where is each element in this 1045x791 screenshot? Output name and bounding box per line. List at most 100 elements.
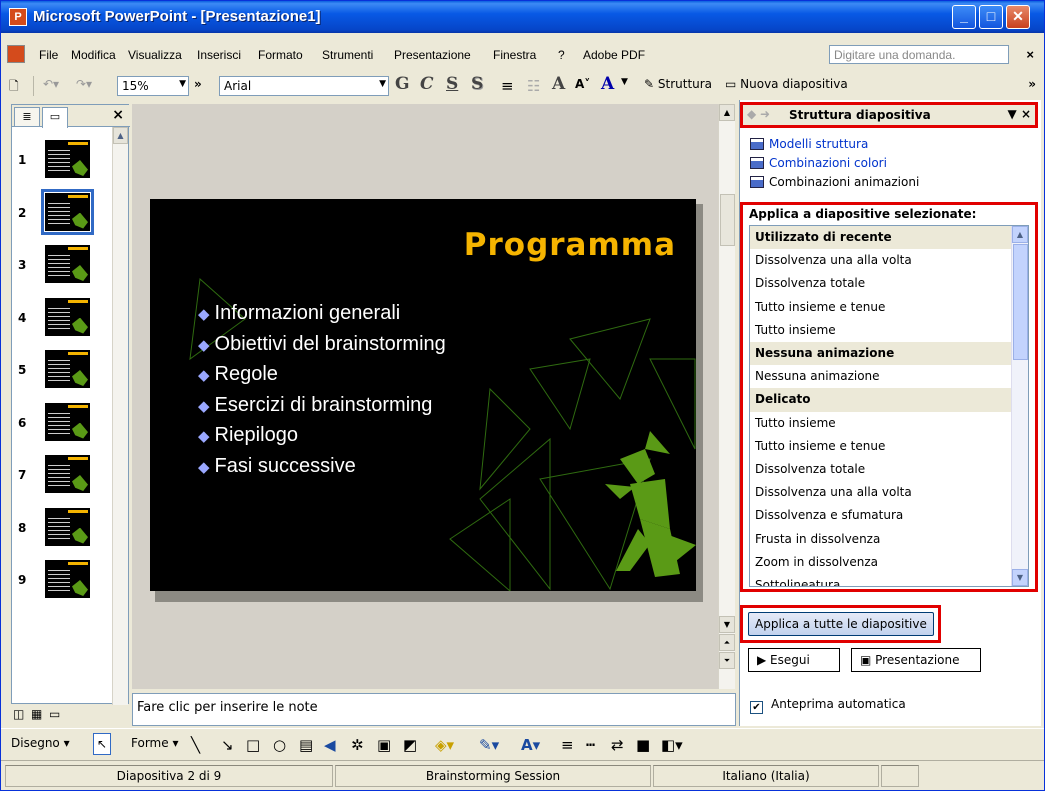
arrow-style-icon[interactable]: ⇄: [611, 736, 624, 754]
slide-bullet[interactable]: ◆ Esercizi di brainstorming: [198, 394, 446, 425]
fill-color-icon[interactable]: ◈▾: [435, 736, 454, 754]
slide-thumbnail[interactable]: [45, 455, 90, 493]
notes-pane[interactable]: Fare clic per inserire le note: [132, 693, 736, 726]
slide-sorter-icon[interactable]: ▦: [31, 707, 42, 721]
list-item[interactable]: Dissolvenza una alla volta: [750, 249, 1012, 272]
oval-icon[interactable]: ○: [273, 736, 286, 754]
new-document-icon[interactable]: 🗋: [9, 77, 19, 98]
help-question-input[interactable]: Digitare una domanda.: [829, 45, 1009, 64]
slide-editing-area[interactable]: Programma ◆ Informazioni generali ◆ Obietti…: [132, 104, 718, 689]
chevron-down-icon[interactable]: ▼: [621, 77, 628, 87]
redo-icon[interactable]: ↷▾: [76, 77, 92, 91]
slide-thumbnail[interactable]: [41, 188, 94, 235]
toolbar-overflow-icon[interactable]: »: [194, 77, 202, 91]
autopreview-checkbox[interactable]: ✔ Anteprima automatica: [750, 697, 906, 714]
slide-thumbnail-row[interactable]: 3: [12, 240, 114, 290]
document-icon[interactable]: [7, 45, 25, 63]
wordart-icon[interactable]: ◀: [324, 736, 336, 754]
slide-bullet[interactable]: ◆ Fasi successive: [198, 455, 446, 486]
menu-help[interactable]: ?: [558, 48, 565, 62]
3d-style-icon[interactable]: ◧▾: [661, 736, 683, 754]
align-icon[interactable]: ≡: [501, 77, 514, 95]
list-item[interactable]: Dissolvenza totale: [750, 272, 1012, 295]
slideshow-button[interactable]: ▣ Presentazione: [851, 648, 981, 672]
list-item[interactable]: Dissolvenza e sfumatura: [750, 504, 1012, 527]
shadow-button[interactable]: S: [471, 74, 483, 94]
slide-bullet[interactable]: ◆ Riepilogo: [198, 424, 446, 455]
previous-slide-icon[interactable]: ⏶: [719, 634, 735, 651]
normal-view-icon[interactable]: ◫: [13, 707, 24, 721]
tab-slides[interactable]: ▭: [42, 107, 68, 128]
slide-thumbnail[interactable]: [45, 297, 90, 336]
select-pointer-icon[interactable]: ↖: [93, 733, 112, 755]
zoom-combo[interactable]: 15% ▼: [117, 76, 189, 96]
slide-thumbnail[interactable]: [45, 507, 90, 546]
list-item[interactable]: Tutto insieme: [750, 319, 1012, 342]
slide-thumbnail-row[interactable]: 9: [12, 555, 114, 605]
document-close-button[interactable]: ×: [1026, 47, 1034, 62]
list-scrollbar[interactable]: ▲ ▼: [1011, 226, 1028, 586]
bold-button[interactable]: G: [395, 74, 410, 94]
font-combo[interactable]: Arial ▼: [219, 76, 389, 96]
menu-finestra[interactable]: Finestra: [493, 48, 536, 62]
menu-modifica[interactable]: Modifica: [71, 48, 116, 62]
slide-thumbnail-row[interactable]: 1: [12, 135, 114, 185]
rectangle-icon[interactable]: □: [246, 736, 260, 754]
slide-thumbnail[interactable]: [45, 560, 90, 598]
slide-title[interactable]: Programma: [464, 227, 676, 263]
menu-presentazione[interactable]: Presentazione: [394, 48, 471, 62]
slide-bullet-list[interactable]: ◆ Informazioni generali ◆ Obiettivi del bra…: [198, 302, 446, 485]
slide-thumbnail-row[interactable]: 7: [12, 450, 114, 500]
panel-close-icon[interactable]: ×: [112, 107, 124, 123]
list-item[interactable]: Dissolvenza una alla volta: [750, 481, 1012, 504]
list-item[interactable]: Zoom in dissolvenza: [750, 551, 1012, 574]
link-combinazioni-animazioni[interactable]: Combinazioni animazioni: [750, 175, 919, 189]
back-forward-icon[interactable]: ◆ ➜: [747, 107, 770, 121]
title-bar[interactable]: P Microsoft PowerPoint - [Presentazione1…: [1, 1, 1044, 33]
line-color-icon[interactable]: ✎▾: [479, 736, 499, 754]
close-button[interactable]: ✕: [1006, 5, 1030, 29]
list-item[interactable]: Tutto insieme: [750, 412, 1012, 435]
task-pane-controls[interactable]: ▼ ×: [1008, 107, 1031, 121]
menu-file[interactable]: File: [39, 48, 58, 62]
toolbar-overflow-icon[interactable]: »: [1028, 77, 1036, 91]
menu-formato[interactable]: Formato: [258, 48, 303, 62]
menu-strumenti[interactable]: Strumenti: [322, 48, 373, 62]
list-item[interactable]: Tutto insieme e tenue: [750, 435, 1012, 458]
list-item[interactable]: Tutto insieme e tenue: [750, 296, 1012, 319]
list-item[interactable]: Sottolineatura: [750, 574, 1012, 586]
slide-thumbnail[interactable]: [45, 402, 90, 441]
slide-bullet[interactable]: ◆ Informazioni generali: [198, 302, 446, 333]
scroll-up-icon[interactable]: ▲: [719, 104, 735, 121]
scroll-down-icon[interactable]: ▼: [1012, 569, 1028, 586]
font-color-icon[interactable]: A: [601, 74, 614, 94]
slide-thumbnail-row[interactable]: 8: [12, 503, 114, 553]
link-combinazioni-colori[interactable]: Combinazioni colori: [750, 156, 887, 170]
textbox-icon[interactable]: ▤: [299, 736, 313, 754]
dash-style-icon[interactable]: ┅: [586, 736, 595, 754]
next-slide-icon[interactable]: ⏷: [719, 652, 735, 669]
clipart-icon[interactable]: ▣: [377, 736, 391, 754]
underline-button[interactable]: S: [446, 74, 458, 94]
menu-inserisci[interactable]: Inserisci: [197, 48, 241, 62]
scroll-up-icon[interactable]: ▲: [113, 127, 128, 144]
draw-menu[interactable]: Disegno ▾: [11, 736, 70, 750]
slide-thumbnail[interactable]: [45, 245, 90, 283]
line-style-icon[interactable]: ≡: [561, 736, 574, 754]
font-color-icon[interactable]: A▾: [521, 736, 540, 754]
decrease-font-icon[interactable]: A˅: [575, 77, 590, 91]
list-item[interactable]: Frusta in dissolvenza: [750, 528, 1012, 551]
apply-all-button[interactable]: Applica a tutte le diapositive: [748, 612, 934, 636]
scroll-thumb[interactable]: [720, 194, 735, 246]
shapes-menu[interactable]: Forme ▾: [131, 736, 178, 750]
menu-visualizza[interactable]: Visualizza: [128, 48, 182, 62]
diagram-icon[interactable]: ✲: [351, 736, 364, 754]
slideshow-view-icon[interactable]: ▭: [49, 707, 60, 721]
slide-thumbnail-row[interactable]: 6: [12, 398, 114, 448]
shadow-style-icon[interactable]: ■: [636, 736, 650, 754]
editor-scrollbar[interactable]: ▲ ▼ ⏶ ⏷: [718, 104, 735, 689]
link-modelli-struttura[interactable]: Modelli struttura: [750, 137, 868, 151]
slide-thumbnail[interactable]: [45, 350, 90, 388]
line-icon[interactable]: ╲: [191, 736, 200, 754]
scroll-thumb[interactable]: [1013, 244, 1028, 360]
